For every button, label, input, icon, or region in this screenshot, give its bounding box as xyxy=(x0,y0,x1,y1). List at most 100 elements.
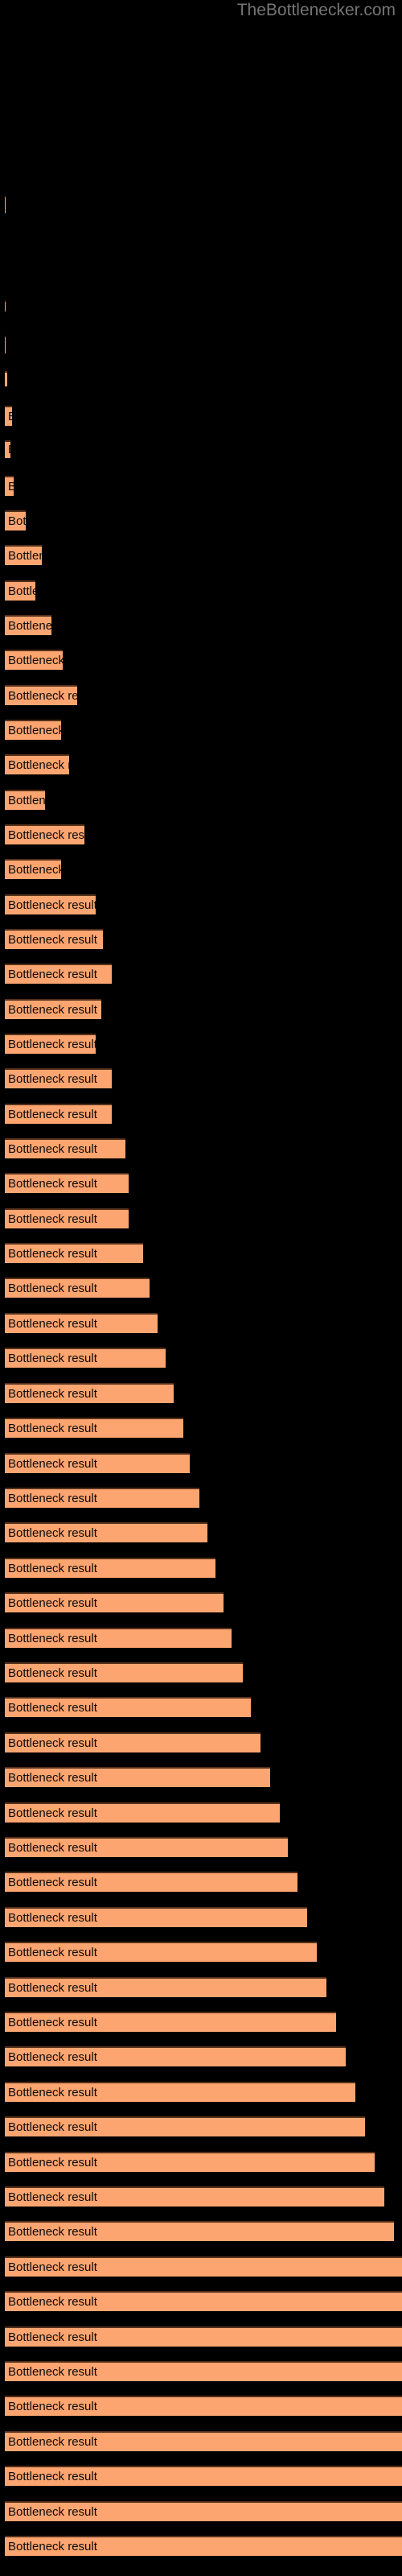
chart-bar: Bottleneck result xyxy=(5,1942,317,1962)
chart-bar: Bottleneck result xyxy=(5,2221,394,2241)
chart-bar: Bottleneck result xyxy=(5,1592,224,1612)
chart-bar-label: Bottleneck result xyxy=(8,862,61,877)
chart-bar-label: Bottleneck result xyxy=(8,1246,97,1261)
chart-bar-label: Bottleneck result xyxy=(8,2224,97,2239)
chart-bar-label: Bottleneck result xyxy=(8,1525,97,1540)
chart-bar: Bottleneck result xyxy=(5,859,61,879)
chart-bar: Bottleneck result xyxy=(5,1418,183,1438)
chart-bar-label: Bottleneck result xyxy=(8,548,42,563)
chart-bar: Bottleneck result xyxy=(5,1068,112,1088)
chart-bar-label: Bottleneck result xyxy=(8,2120,97,2134)
chart-bar-label: Bottleneck result xyxy=(8,2330,97,2344)
chart-bar: Bottleneck result xyxy=(5,929,103,949)
chart-bar: Bottleneck result xyxy=(5,1837,288,1857)
chart-bar-label: Bottleneck result xyxy=(8,688,77,703)
chart-bar: Bottleneck result xyxy=(5,2082,355,2102)
chart-bar-label: Bottleneck result xyxy=(8,1666,97,1680)
chart-bar-label: Bottleneck result xyxy=(8,1840,97,1855)
chart-bar: Bottleneck result xyxy=(5,2046,346,2066)
chart-bar-label: Bottleneck result xyxy=(8,1107,97,1121)
chart-bar: Bottleneck result xyxy=(5,2396,402,2416)
chart-bar: Bottleneck result xyxy=(5,196,6,213)
chart-bar: Bottleneck result xyxy=(5,371,7,386)
chart-bar: Bottleneck result xyxy=(5,1732,260,1752)
chart-bar: Bottleneck result xyxy=(5,2116,365,2136)
chart-bar: Bottleneck result xyxy=(5,790,45,810)
chart-bar: Bottleneck result xyxy=(5,2361,402,2381)
chart-bar: Bottleneck result xyxy=(5,1802,280,1823)
chart-bar-label: Bottleneck result xyxy=(8,1980,97,1995)
chart-bar-label: Bottleneck result xyxy=(8,1910,97,1925)
chart-bar-label: Bottleneck result xyxy=(8,584,35,598)
chart-bar: Bottleneck result xyxy=(5,300,6,312)
chart-bar-label: Bottleneck result xyxy=(8,2190,97,2204)
chart-bar: Bottleneck result xyxy=(5,1243,143,1263)
chart-bar-label: Bottleneck result xyxy=(8,1736,97,1750)
chart-bar: Bottleneck result xyxy=(5,2431,402,2451)
horizontal-bar-chart: Bottleneck result Bottleneck result Bottle… xyxy=(0,0,402,2576)
chart-bar-label: Bottleneck result xyxy=(8,723,61,737)
chart-bar-label: Bottleneck result xyxy=(8,828,84,842)
chart-bar: Bottleneck result xyxy=(5,1383,174,1403)
chart-bar: Bottleneck result xyxy=(5,1977,326,1997)
chart-bar: Bottleneck result xyxy=(5,1488,199,1508)
chart-bar: Bottleneck result xyxy=(5,1697,251,1717)
chart-bar-label: Bottleneck result xyxy=(8,898,96,912)
chart-bar: Bottleneck result xyxy=(5,1104,112,1124)
chart-bar: Bottleneck result xyxy=(5,2256,402,2277)
chart-bar: Bottleneck result xyxy=(5,2501,402,2521)
chart-bar-label: Bottleneck result xyxy=(8,2469,97,2483)
chart-bar: Bottleneck result xyxy=(5,999,101,1019)
chart-bar-label: Bottleneck result xyxy=(8,1596,97,1610)
chart-bar: Bottleneck result xyxy=(5,440,10,458)
chart-bar: Bottleneck result xyxy=(5,2291,402,2311)
chart-bar: Bottleneck result xyxy=(5,1034,96,1054)
chart-bar-label: Bottleneck result xyxy=(8,967,97,981)
chart-bar-label: Bottleneck result xyxy=(8,1176,97,1191)
chart-bar: Bottleneck result xyxy=(5,754,69,774)
chart-bar: Bottleneck result xyxy=(5,1907,307,1927)
chart-bar: Bottleneck result xyxy=(5,1628,232,1648)
chart-bar: Bottleneck result xyxy=(5,2152,375,2172)
chart-bar-label: Bottleneck result xyxy=(8,618,51,633)
chart-bar-label: Bottleneck result xyxy=(8,1700,97,1715)
chart-bar-label: Bottleneck result xyxy=(8,1281,97,1295)
chart-bar-label: Bottleneck result xyxy=(8,1037,96,1051)
chart-bar-label: Bottleneck result xyxy=(8,1386,97,1401)
chart-bar-label: Bottleneck result xyxy=(8,1631,97,1645)
chart-bar: Bottleneck result xyxy=(5,1872,297,1892)
chart-bar-label: Bottleneck result xyxy=(8,480,14,493)
chart-bar: Bottleneck result xyxy=(5,2186,384,2207)
chart-bar-label: Bottleneck result xyxy=(8,793,45,807)
chart-bar-label: Bottleneck result xyxy=(8,1002,97,1017)
chart-bar: Bottleneck result xyxy=(5,580,35,601)
chart-bar-label: Bottleneck result xyxy=(8,932,97,947)
chart-bar: Bottleneck result xyxy=(5,1558,215,1578)
chart-bar: Bottleneck result xyxy=(5,1278,150,1298)
chart-bar-label: Bottleneck result xyxy=(8,2364,97,2379)
chart-bar: Bottleneck result xyxy=(5,545,42,565)
chart-bar: Bottleneck result xyxy=(5,894,96,914)
chart-bar-label: Bottleneck result xyxy=(8,2504,97,2519)
chart-bar: Bottleneck result xyxy=(5,1522,207,1542)
chart-bar-label: Bottleneck result xyxy=(8,2085,97,2099)
chart-bar-label: Bottleneck result xyxy=(8,1421,97,1435)
chart-bar: Bottleneck result xyxy=(5,2536,402,2556)
chart-bar-label: Bottleneck result xyxy=(8,2155,97,2169)
chart-bar-label: Bottleneck result xyxy=(8,1456,97,1471)
chart-bar: Bottleneck result xyxy=(5,1173,129,1193)
chart-bar: Bottleneck result xyxy=(5,1208,129,1228)
chart-bar-label: Bottleneck result xyxy=(8,2260,97,2274)
chart-bar-label: Bottleneck result xyxy=(8,2539,97,2553)
chart-bar: Bottleneck result xyxy=(5,2326,402,2347)
chart-bar-label: Bottleneck result xyxy=(8,444,10,456)
chart-bar-label: Bottleneck result xyxy=(8,758,69,772)
chart-bar-label: Bottleneck result xyxy=(8,2294,97,2309)
chart-bar: Bottleneck result xyxy=(5,2466,402,2486)
chart-bar: Bottleneck result xyxy=(5,1662,243,1682)
chart-bar-label: Bottleneck result xyxy=(8,1806,97,1820)
chart-bar: Bottleneck result xyxy=(5,1313,158,1333)
chart-bar-label: Bottleneck result xyxy=(8,1141,97,1156)
chart-bar: Bottleneck result xyxy=(5,824,84,844)
chart-bar: Bottleneck result xyxy=(5,1348,166,1368)
